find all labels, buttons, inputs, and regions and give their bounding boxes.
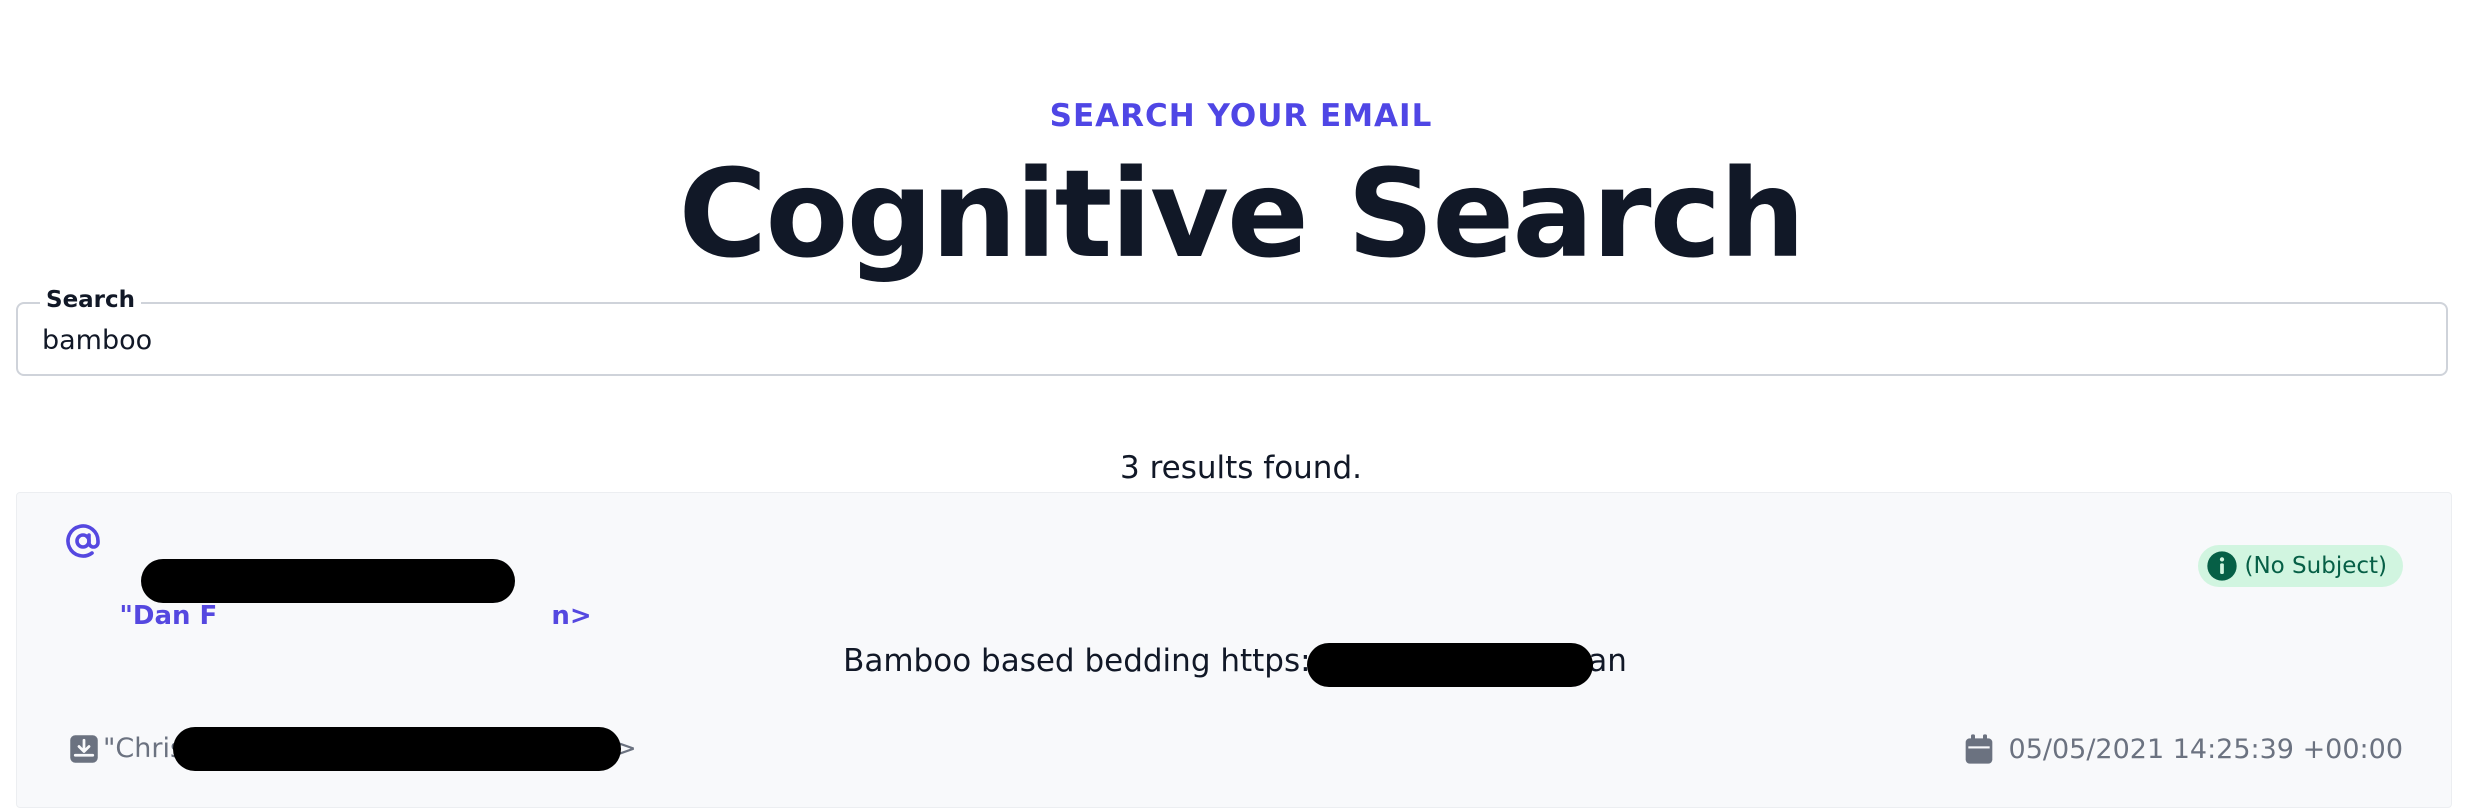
at-icon — [66, 524, 100, 558]
date-row: 05/05/2021 14:25:39 +00:00 — [1963, 733, 2403, 765]
redaction-mark — [173, 727, 621, 771]
redaction-mark — [141, 559, 515, 603]
page-eyebrow: SEARCH YOUR EMAIL — [1049, 98, 1433, 134]
info-icon — [2207, 551, 2238, 581]
recipient-text-start: "Chris — [103, 733, 185, 764]
calendar-icon — [1965, 734, 1992, 764]
email-date: 05/05/2021 14:25:39 +00:00 — [2008, 733, 2403, 765]
search-label: Search — [40, 287, 142, 313]
result-card[interactable]: "Dan F n> (No Subject) Bamboo based beddi… — [16, 492, 2452, 808]
sender-text-start: "Dan F — [119, 601, 218, 631]
sender-text-end: n> — [551, 601, 592, 631]
email-snippet: Bamboo based bedding https://fDan — [17, 643, 2453, 679]
page-title: Cognitive Search — [678, 144, 1806, 285]
search-input[interactable] — [42, 322, 2402, 358]
page: SEARCH YOUR EMAIL Cognitive Search Searc… — [0, 0, 2482, 808]
subject-text: (No Subject) — [2244, 553, 2387, 579]
snippet-start: Bamboo based bedding https:// — [843, 643, 1332, 679]
results-count: 3 results found. — [1120, 450, 1362, 486]
search-field[interactable]: Search — [16, 287, 2448, 376]
inbox-download-icon — [70, 734, 98, 763]
redaction-mark — [1307, 643, 1593, 687]
subject-badge: (No Subject) — [2198, 545, 2403, 587]
